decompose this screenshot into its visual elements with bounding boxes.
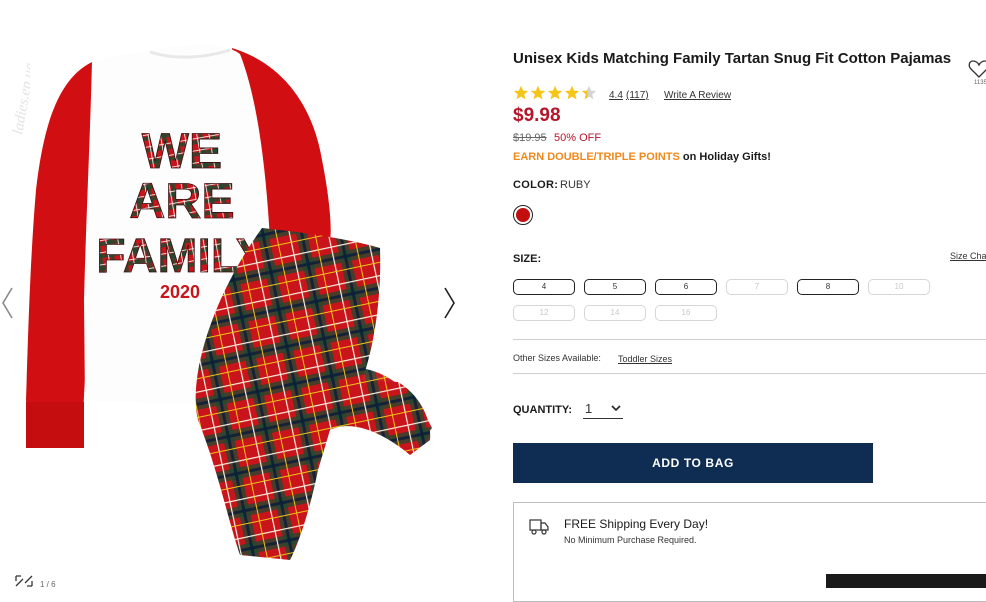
chevron-right-icon xyxy=(444,287,455,319)
promo-message: EARN DOUBLE/TRIPLE POINTS on Holiday Gif… xyxy=(513,151,771,163)
divider xyxy=(513,339,986,340)
size-chart-link[interactable]: Size Chart xyxy=(950,251,986,261)
shipping-subtitle: No Minimum Purchase Required. xyxy=(564,535,697,545)
discount-label: 50% OFF xyxy=(554,132,602,144)
star-icon xyxy=(530,85,546,100)
svg-text:2020: 2020 xyxy=(160,282,200,302)
color-swatch-ruby[interactable] xyxy=(513,205,533,225)
quantity-label: QUANTITY: xyxy=(513,404,573,416)
original-price: $19.95 xyxy=(513,132,547,144)
sale-price: $9.98 xyxy=(513,105,561,126)
divider xyxy=(513,373,986,374)
favorite-count: 1135 xyxy=(974,80,986,86)
swatch-color xyxy=(516,208,530,222)
product-image-gallery: ladies.ep.ua WE ARE FAMILY 2020 1 / 6 xyxy=(0,0,470,589)
favorite-button[interactable] xyxy=(968,58,986,80)
image-counter: 1 / 6 xyxy=(40,580,56,589)
size-option-12[interactable]: 12 xyxy=(513,305,575,321)
star-icon xyxy=(513,85,529,100)
star-rating xyxy=(513,85,598,103)
color-value: RUBY xyxy=(560,179,591,191)
star-half-icon xyxy=(581,85,597,100)
size-option-6[interactable]: 6 xyxy=(655,279,717,295)
size-option-4[interactable]: 4 xyxy=(513,279,575,295)
size-label: SIZE: xyxy=(513,253,542,265)
chevron-left-icon xyxy=(2,287,13,319)
color-label: COLOR: xyxy=(513,179,559,191)
expand-image-button[interactable] xyxy=(14,574,34,591)
next-image-button[interactable] xyxy=(443,286,457,326)
chevron-down-icon xyxy=(611,405,621,412)
shipping-title: FREE Shipping Every Day! xyxy=(564,517,709,531)
promo-highlight: EARN DOUBLE/TRIPLE POINTS xyxy=(513,151,680,163)
review-count-link[interactable]: (117) xyxy=(626,90,649,101)
heart-icon xyxy=(968,60,986,78)
rating-value[interactable]: 4.4 xyxy=(609,90,623,101)
size-option-7[interactable]: 7 xyxy=(726,279,788,295)
size-option-14[interactable]: 14 xyxy=(584,305,646,321)
svg-text:ARE: ARE xyxy=(129,173,235,229)
add-to-bag-button[interactable]: ADD TO BAG xyxy=(513,443,873,483)
promo-text: on Holiday Gifts! xyxy=(682,151,771,163)
delivery-truck-icon xyxy=(528,515,550,537)
write-review-link[interactable]: Write A Review xyxy=(664,90,731,101)
quantity-value: 1 xyxy=(585,401,593,416)
quantity-select[interactable]: 1 xyxy=(583,400,623,419)
toddler-sizes-link[interactable]: Toddler Sizes xyxy=(618,354,672,364)
svg-text:WE: WE xyxy=(142,123,223,179)
product-title: Unisex Kids Matching Family Tartan Snug … xyxy=(513,50,952,67)
star-icon xyxy=(564,85,580,100)
size-option-16[interactable]: 16 xyxy=(655,305,717,321)
other-sizes-label: Other Sizes Available: xyxy=(513,353,601,363)
star-icon xyxy=(547,85,563,100)
size-option-10[interactable]: 10 xyxy=(868,279,930,295)
product-photo: WE ARE FAMILY 2020 xyxy=(26,44,432,560)
size-option-5[interactable]: 5 xyxy=(584,279,646,295)
size-option-8[interactable]: 8 xyxy=(797,279,859,295)
prev-image-button[interactable] xyxy=(0,286,14,326)
